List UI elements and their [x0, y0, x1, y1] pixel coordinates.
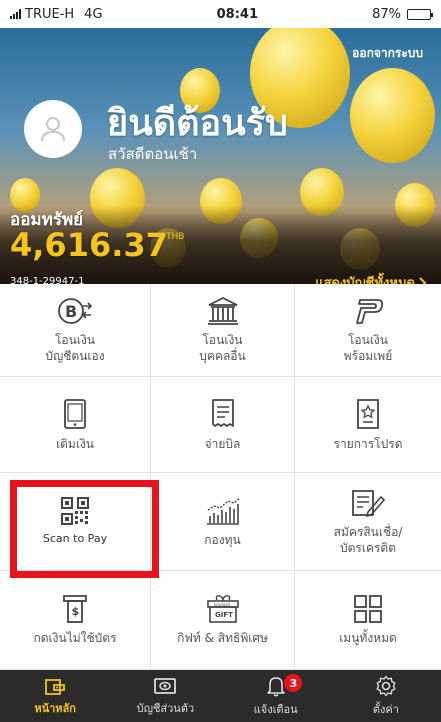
menu-label: รายการโปรด [333, 436, 403, 451]
bill-icon [211, 398, 234, 427]
gift-text: GIFT [215, 611, 233, 619]
menu-label: กดเงินไม่ใช้บัตร [33, 631, 117, 645]
gift-icon: krungsri GIFT [206, 595, 239, 623]
status-left: TRUE-H 4G [10, 7, 103, 22]
loan-form-icon [352, 489, 385, 517]
logout-button[interactable]: ออกจากระบบ [352, 44, 423, 63]
menu-apply-loan-credit-card[interactable]: สมัครสินเชื่อ/บัตรเครดิต [295, 473, 441, 571]
carrier-label: TRUE-H [25, 6, 75, 22]
qr-code-icon [61, 496, 89, 525]
menu-mobile-topup[interactable]: เติมเงิน [0, 377, 151, 473]
promptpay-icon [356, 299, 384, 324]
menu-cardless-withdrawal[interactable]: $ กดเงินไม่ใช้บัตร [0, 571, 151, 670]
show-all-accounts-link[interactable]: แสดงบัญชีทั้งหมด [315, 272, 427, 284]
header-banner: ออกจากระบบ ยินดีต้อนรับ สวัสดีตอนเช้า ออ… [0, 28, 441, 284]
account-number: 348-1-29947-1 [10, 276, 85, 284]
tab-label: บัญชีส่วนตัว [136, 701, 195, 715]
menu-label: กิฟท์ & สิทธิพิเศษ [177, 631, 268, 645]
signal-icon [10, 9, 21, 19]
bank-icon [207, 296, 238, 325]
chevron-right-icon [419, 276, 427, 284]
baht-transfer-icon: B [58, 298, 93, 324]
menu-gift-privileges[interactable]: krungsri GIFT กิฟท์ & สิทธิพิเศษ [151, 571, 295, 670]
menu-label: สมัครสินเชื่อ/บัตรเครดิต [333, 524, 403, 555]
menu-pay-bill[interactable]: จ่ายบิล [151, 377, 295, 473]
quick-menu-grid: B โอนเงิน บัญชีตนเอง โอนเงิน บุคคลอื่น โอน… [0, 284, 441, 670]
menu-funds[interactable]: กองทุน [151, 473, 295, 571]
gift-brand: krungsri [214, 602, 230, 607]
currency-label: THB [166, 232, 185, 242]
balloon-decoration [350, 68, 435, 163]
tab-label: หน้าหลัก [34, 701, 76, 715]
battery-percent: 87% [372, 6, 401, 22]
menu-transfer-promptpay[interactable]: โอนเงิน พร้อมเพย์ [295, 284, 441, 377]
tab-settings[interactable]: ตั้งค่า [331, 670, 441, 722]
bottom-tab-bar: หน้าหลัก บัญชีส่วนตัว 3 แจ้งเตือน ตั้งค่… [0, 670, 441, 722]
tab-home[interactable]: หน้าหลัก [0, 670, 110, 722]
menu-label: จ่ายบิล [204, 436, 241, 451]
tab-my-accounts[interactable]: บัญชีส่วนตัว [110, 670, 220, 722]
show-all-label: แสดงบัญชีทั้งหมด [315, 276, 415, 284]
network-label: 4G [84, 6, 103, 22]
menu-transfer-other-person[interactable]: โอนเงิน บุคคลอื่น [151, 284, 295, 377]
menu-label: เติมเงิน [56, 436, 94, 451]
battery-icon [406, 8, 433, 20]
menu-label: โอนเงิน บัญชีตนเอง [45, 333, 105, 363]
status-right: 87% [372, 6, 433, 22]
menu-label: โอนเงิน บุคคลอื่น [199, 333, 246, 363]
user-icon [41, 117, 65, 142]
tab-label: แจ้งเตือน [253, 702, 298, 716]
menu-label: กองทุน [204, 532, 241, 547]
bell-icon [266, 676, 285, 697]
menu-transfer-own-account[interactable]: B โอนเงิน บัญชีตนเอง [0, 284, 151, 377]
tab-notifications[interactable]: 3 แจ้งเตือน [221, 670, 331, 722]
tab-label: ตั้งค่า [372, 702, 399, 716]
mobile-topup-icon [64, 398, 86, 429]
status-bar: TRUE-H 4G 08:41 87% [0, 0, 441, 28]
menu-all[interactable]: เมนูทั้งหมด [295, 571, 441, 670]
menu-label: เมนูทั้งหมด [339, 631, 397, 645]
menu-scan-to-pay[interactable]: Scan to Pay [0, 473, 151, 571]
fund-chart-icon [206, 496, 240, 525]
svg-text:$: $ [72, 605, 80, 618]
menu-favorites[interactable]: รายการโปรด [295, 377, 441, 473]
account-balance: 4,616.37 [10, 226, 168, 264]
account-card-icon [154, 677, 177, 694]
notification-badge: 3 [284, 674, 303, 692]
home-wallet-icon [45, 678, 66, 695]
clock: 08:41 [216, 6, 258, 22]
svg-text:B: B [65, 302, 77, 321]
menu-label: โอนเงิน พร้อมเพย์ [343, 333, 393, 363]
menu-label: Scan to Pay [42, 531, 108, 545]
settings-icon [376, 675, 396, 696]
cardless-atm-icon: $ [63, 595, 87, 623]
all-menu-icon [354, 595, 382, 623]
avatar[interactable] [24, 100, 82, 158]
favorite-list-icon [357, 398, 379, 429]
greeting-text: สวัสดีตอนเช้า [108, 145, 198, 163]
